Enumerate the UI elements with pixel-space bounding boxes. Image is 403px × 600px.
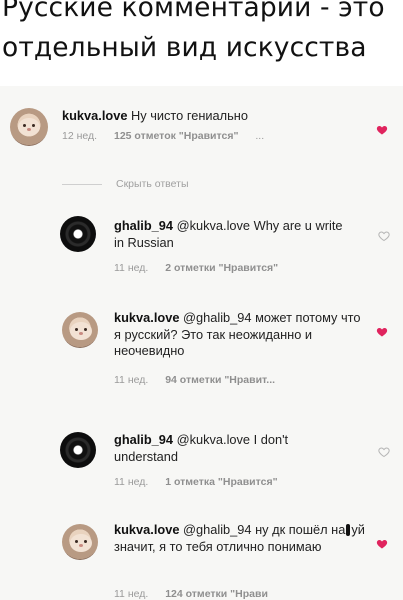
divider bbox=[62, 183, 102, 185]
likes-count[interactable]: 124 отметки "Нрави bbox=[165, 588, 268, 600]
timestamp: 11 нед. bbox=[114, 374, 149, 386]
avatar[interactable] bbox=[60, 432, 96, 468]
comment-text: ghalib_94 @kukva.love I don't understand bbox=[114, 432, 354, 465]
mention-link[interactable]: @kukva.love bbox=[177, 432, 250, 447]
heart-icon[interactable] bbox=[376, 538, 388, 550]
comment-meta: 11 нед. 1 отметка "Нравится" bbox=[114, 476, 278, 488]
comment-text: kukva.love @ghalib_94 может потому что я… bbox=[114, 310, 366, 360]
timestamp: 11 нед. bbox=[114, 262, 149, 274]
heart-icon[interactable] bbox=[376, 124, 388, 136]
avatar[interactable] bbox=[62, 312, 98, 348]
username[interactable]: ghalib_94 bbox=[114, 432, 173, 447]
timestamp: 11 нед. bbox=[114, 476, 149, 488]
comment-meta: 11 нед. 2 отметки "Нравится" bbox=[114, 262, 278, 274]
meme-caption: Русские комментарии - это отдельный вид … bbox=[0, 0, 403, 68]
likes-count[interactable]: 94 отметки "Нравит... bbox=[165, 374, 275, 386]
comment-text: ghalib_94 @kukva.love Why are u write in… bbox=[114, 218, 354, 251]
heart-icon[interactable] bbox=[376, 326, 388, 338]
comment-meta: 11 нед. 94 отметки "Нравит... bbox=[114, 374, 275, 386]
mention-link[interactable]: @ghalib_94 bbox=[183, 310, 252, 325]
comment-body: Ну чисто гениально bbox=[131, 108, 248, 123]
likes-count[interactable]: 125 отметок "Нравится" bbox=[114, 130, 238, 142]
comments-screenshot: kukva.love Ну чисто гениально 12 нед. 12… bbox=[0, 86, 403, 600]
more-options[interactable]: ... bbox=[255, 130, 264, 142]
avatar[interactable] bbox=[10, 108, 48, 146]
username[interactable]: kukva.love bbox=[62, 108, 127, 123]
comment-text: kukva.love @ghalib_94 ну дк пошёл на уй з… bbox=[114, 522, 366, 555]
comment-text: kukva.love Ну чисто гениально bbox=[62, 108, 342, 125]
comment-body-part-1: ну дк пошёл на bbox=[255, 522, 346, 537]
mention-link[interactable]: @kukva.love bbox=[177, 218, 250, 233]
hide-replies-label: Скрыть ответы bbox=[116, 178, 189, 190]
caption-line-1: Русские комментарии - это bbox=[2, 0, 385, 23]
heart-outline-icon[interactable] bbox=[378, 230, 390, 242]
likes-count[interactable]: 1 отметка "Нравится" bbox=[165, 476, 277, 488]
username[interactable]: kukva.love bbox=[114, 522, 179, 537]
timestamp: 12 нед. bbox=[62, 130, 98, 142]
heart-outline-icon[interactable] bbox=[378, 446, 390, 458]
caption-line-2: отдельный вид искусства bbox=[2, 32, 367, 63]
avatar[interactable] bbox=[60, 216, 96, 252]
avatar[interactable] bbox=[62, 524, 98, 560]
username[interactable]: ghalib_94 bbox=[114, 218, 173, 233]
mention-link[interactable]: @ghalib_94 bbox=[183, 522, 252, 537]
comment-meta: 12 нед. 125 отметок "Нравится" ... bbox=[62, 130, 264, 142]
hide-replies-link[interactable]: Скрыть ответы bbox=[62, 178, 189, 190]
comment-meta: 11 нед. 124 отметки "Нрави bbox=[114, 588, 268, 600]
likes-count[interactable]: 2 отметки "Нравится" bbox=[165, 262, 278, 274]
censor-mark bbox=[346, 524, 351, 536]
timestamp: 11 нед. bbox=[114, 588, 149, 600]
username[interactable]: kukva.love bbox=[114, 310, 179, 325]
